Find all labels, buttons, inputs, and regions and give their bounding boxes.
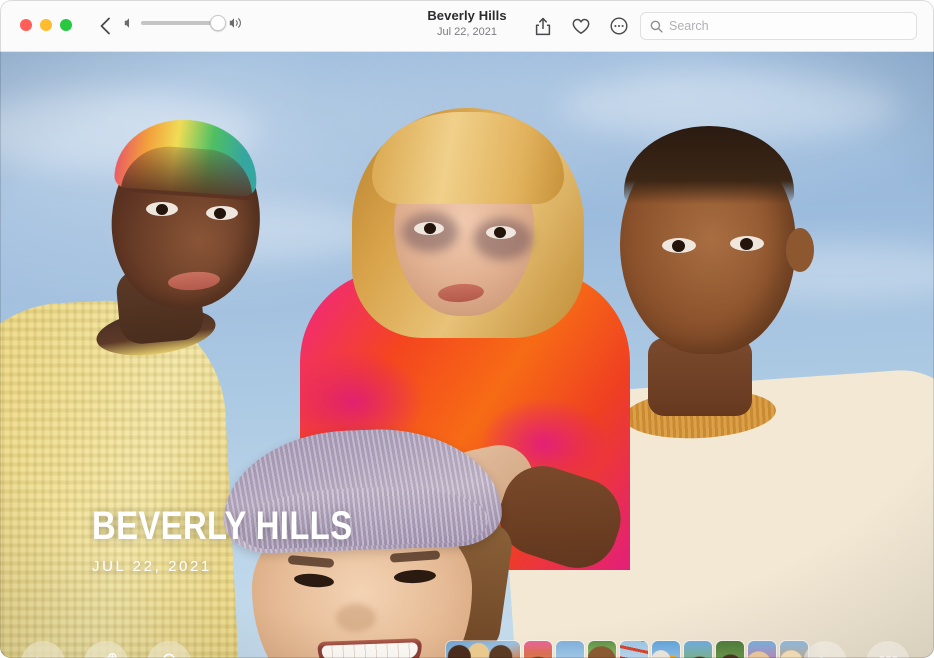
person-front-nose bbox=[336, 604, 376, 632]
thumbnail-image bbox=[716, 641, 744, 658]
person-center-eye bbox=[494, 227, 506, 238]
filmstrip-thumbnail[interactable] bbox=[652, 641, 680, 658]
color-filters-icon bbox=[158, 652, 180, 658]
back-button[interactable] bbox=[93, 14, 117, 38]
thumbnail-image bbox=[652, 641, 680, 658]
person-center-eye-shadow bbox=[474, 218, 532, 260]
music-note-add-icon bbox=[95, 653, 117, 658]
play-icon bbox=[817, 654, 834, 658]
search-input-placeholder[interactable]: Search bbox=[669, 18, 709, 34]
person-right-eye bbox=[672, 240, 685, 252]
volume-slider[interactable] bbox=[141, 21, 223, 25]
memory-photo bbox=[0, 52, 934, 658]
thumbnail-image bbox=[524, 641, 552, 658]
person-center-eye bbox=[424, 223, 436, 234]
share-icon bbox=[535, 17, 551, 36]
person-right-ear bbox=[786, 228, 814, 272]
volume-control[interactable] bbox=[124, 17, 244, 29]
person-left-eye bbox=[214, 208, 226, 219]
search-icon bbox=[650, 20, 663, 33]
filmstrip[interactable] bbox=[446, 641, 808, 658]
person-right-eye bbox=[740, 238, 753, 250]
photos-window: Beverly Hills Jul 22, 2021 bbox=[0, 0, 934, 658]
filmstrip-thumbnail[interactable] bbox=[588, 641, 616, 658]
share-button[interactable] bbox=[531, 14, 555, 38]
memory-photo-viewer[interactable]: BEVERLY HILLS JUL 22, 2021 bbox=[0, 52, 934, 658]
speaker-high-icon bbox=[229, 17, 244, 29]
thumbnail-image bbox=[556, 641, 584, 658]
toolbar-actions bbox=[531, 14, 631, 38]
filmstrip-thumbnail[interactable] bbox=[556, 641, 584, 658]
filmstrip-thumbnail[interactable] bbox=[716, 641, 744, 658]
search-field[interactable]: Search bbox=[640, 12, 917, 40]
filmstrip-thumbnail[interactable] bbox=[684, 641, 712, 658]
thumbnail-image bbox=[684, 641, 712, 658]
thumbnail-image bbox=[588, 641, 616, 658]
favorite-button[interactable] bbox=[569, 14, 593, 38]
filmstrip-thumbnail[interactable] bbox=[446, 641, 520, 658]
close-window-button[interactable] bbox=[20, 19, 32, 31]
chevron-left-icon bbox=[99, 17, 111, 35]
filmstrip-thumbnail[interactable] bbox=[620, 641, 648, 658]
maximize-window-button[interactable] bbox=[60, 19, 72, 31]
more-options-button[interactable] bbox=[607, 14, 631, 38]
volume-slider-knob[interactable] bbox=[210, 15, 226, 31]
filmstrip-thumbnail[interactable] bbox=[524, 641, 552, 658]
thumbnail-image bbox=[446, 641, 520, 658]
filmstrip-thumbnail[interactable] bbox=[748, 641, 776, 658]
traffic-lights bbox=[20, 19, 72, 31]
person-front-mouth bbox=[317, 638, 422, 658]
minimize-window-button[interactable] bbox=[40, 19, 52, 31]
toolbar: Beverly Hills Jul 22, 2021 bbox=[0, 0, 934, 52]
thumbnail-image bbox=[620, 641, 648, 658]
thumbnail-image bbox=[748, 641, 776, 658]
more-icon bbox=[610, 17, 628, 35]
heart-icon bbox=[572, 18, 590, 35]
speaker-low-icon bbox=[124, 17, 135, 29]
person-front-teeth bbox=[322, 642, 418, 658]
person-left-eye bbox=[156, 204, 168, 215]
